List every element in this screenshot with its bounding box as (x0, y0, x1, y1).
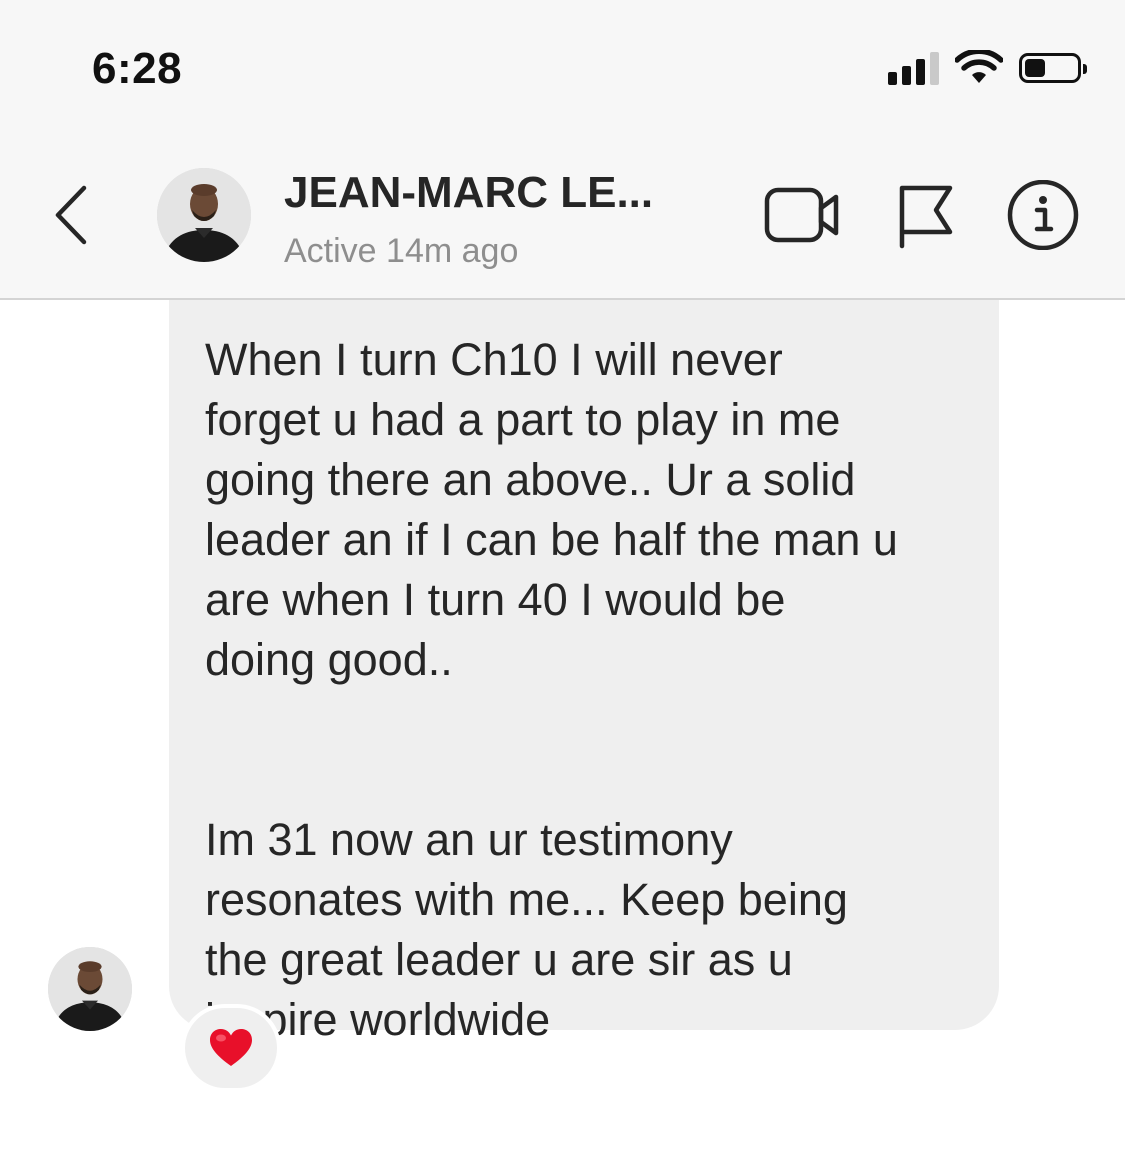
avatar-image (48, 947, 132, 1031)
video-camera-icon (764, 187, 839, 243)
message-text: When I turn Ch10 I will never forget u h… (205, 334, 898, 1045)
message-thread[interactable]: When I turn Ch10 I will never forget u h… (0, 300, 1125, 1167)
battery-level (1025, 59, 1046, 77)
message-bubble[interactable]: When I turn Ch10 I will never forget u h… (169, 300, 999, 1045)
wifi-icon (955, 50, 1003, 83)
contact-name[interactable]: JEAN-MARC LE... (284, 168, 653, 218)
chevron-left-icon (55, 185, 87, 245)
avatar-image (157, 168, 251, 262)
video-call-button[interactable] (764, 180, 840, 250)
cellular-signal-icon (888, 51, 939, 85)
status-bar: 6:28 (0, 0, 1125, 130)
report-flag-button[interactable] (896, 180, 954, 250)
back-button[interactable] (48, 180, 98, 250)
contact-avatar[interactable] (157, 168, 251, 262)
battery-icon (1019, 53, 1087, 83)
conversation-header: JEAN-MARC LE... Active 14m ago (0, 130, 1125, 300)
heart-icon (210, 1029, 252, 1066)
conversation-info-button[interactable] (1006, 179, 1080, 251)
status-time: 6:28 (92, 44, 183, 93)
heart-reaction[interactable] (181, 1004, 281, 1092)
status-icons (888, 50, 1087, 86)
sender-avatar[interactable] (48, 947, 132, 1031)
contact-activity-status: Active 14m ago (284, 232, 519, 270)
info-icon (1007, 179, 1079, 251)
flag-icon (899, 185, 953, 249)
